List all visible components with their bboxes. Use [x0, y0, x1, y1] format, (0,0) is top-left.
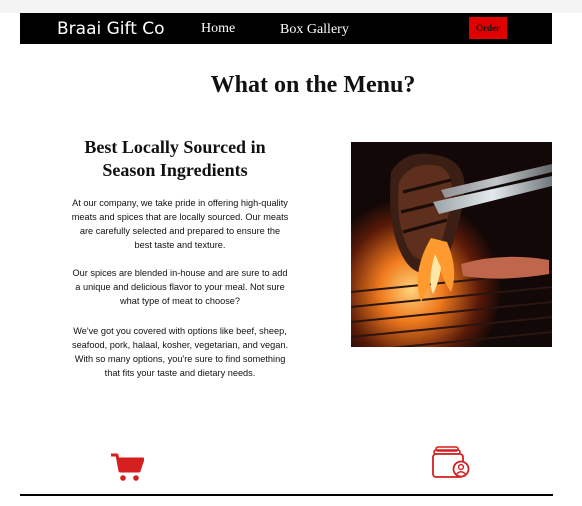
navbar: Braai Gift Co Home Box Gallery Order	[20, 13, 552, 44]
section-heading: Best Locally Sourced in Season Ingredien…	[84, 137, 266, 180]
paragraph-quality: At our company, we take pride in offerin…	[71, 198, 289, 250]
page-title: What on the Menu?	[210, 72, 416, 98]
order-button[interactable]: Order	[469, 17, 507, 39]
top-strip	[0, 0, 582, 13]
shopping-cart-icon[interactable]	[110, 452, 145, 482]
nav-link-home[interactable]: Home	[201, 21, 235, 37]
nav-link-box-gallery[interactable]: Box Gallery	[280, 22, 349, 38]
paragraph-options: We've got you covered with options like …	[71, 326, 289, 378]
wallet-account-icon[interactable]	[432, 446, 472, 480]
brand-logo[interactable]: Braai Gift Co	[57, 19, 165, 39]
grilled-steak-photo	[351, 142, 552, 347]
footer-divider	[20, 494, 553, 496]
paragraph-spices: Our spices are blended in-house and are …	[72, 268, 288, 306]
